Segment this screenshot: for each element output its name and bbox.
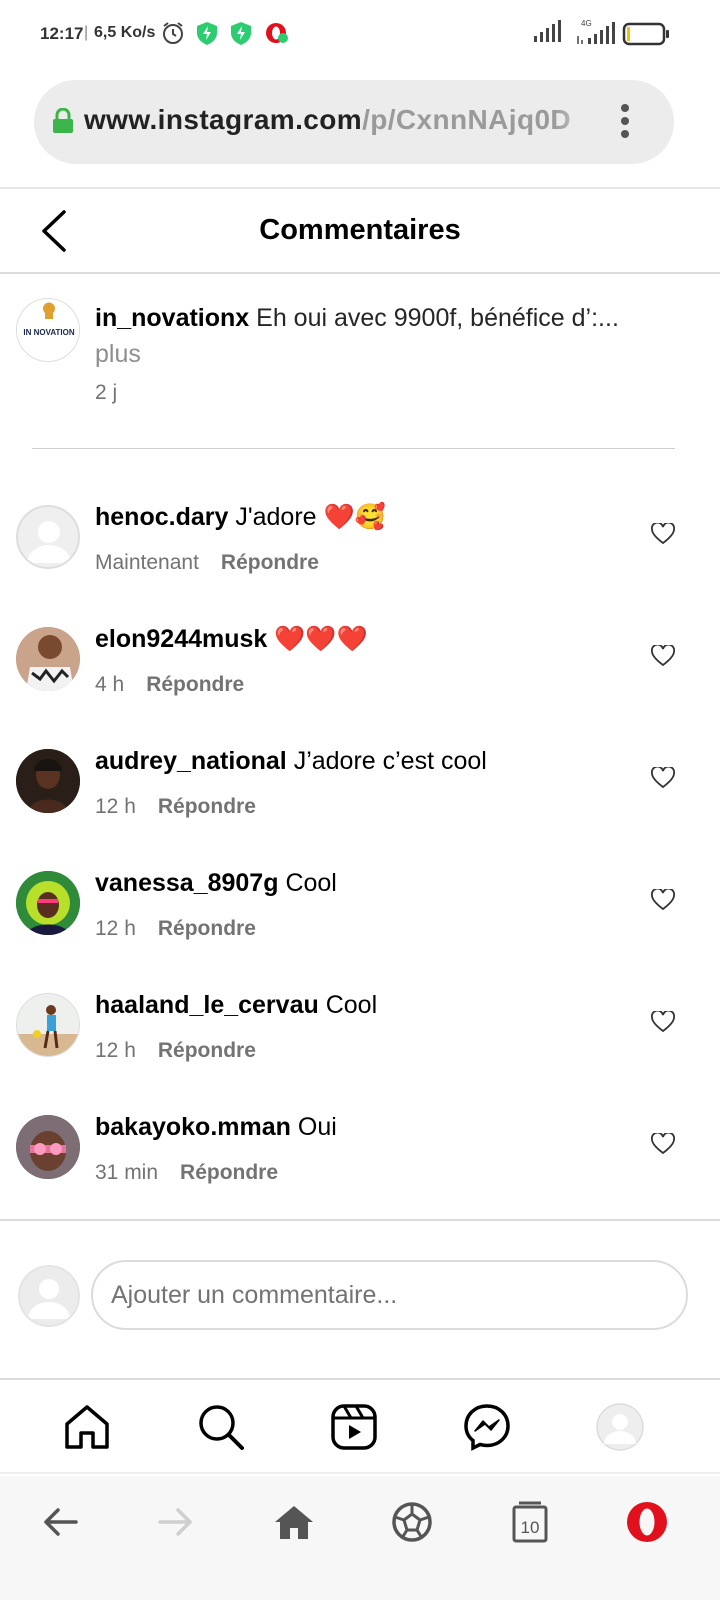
avatar[interactable]: IN NOVATION (16, 298, 80, 362)
avatar[interactable] (16, 871, 80, 935)
battery-icon (622, 22, 672, 51)
url-path: /p/CxnnNAjq0D (362, 104, 572, 135)
reply-button[interactable]: Répondre (221, 551, 319, 574)
browser-back-icon[interactable] (38, 1500, 82, 1544)
comment-item: vanessa_8907g Cool 12 h Répondre (0, 841, 720, 963)
comment-text: Cool (325, 991, 378, 1019)
heart-icon[interactable] (651, 765, 675, 789)
browser-home-icon[interactable] (272, 1500, 316, 1544)
comment-text: J’adore c’est cool (293, 747, 487, 775)
vpn-shield-icon (194, 20, 220, 46)
status-separator: | (84, 24, 89, 41)
messenger-icon[interactable] (462, 1402, 512, 1452)
search-icon[interactable] (196, 1402, 246, 1452)
avatar-logo-text: IN NOVATION (23, 328, 74, 337)
comment-timestamp: 12 h (95, 917, 136, 940)
reply-button[interactable]: Répondre (180, 1161, 278, 1184)
comment-item: elon9244musk ❤️❤️❤️ 4 h Répondre (0, 597, 720, 719)
address-bar[interactable]: www.instagram.com/p/CxnnNAjq0D (34, 80, 674, 164)
comment-text: Cool (285, 869, 337, 897)
reply-button[interactable]: Répondre (146, 673, 244, 696)
home-icon[interactable] (62, 1402, 112, 1452)
comment-item: henoc.dary J'adore ❤️🥰 Maintenant Répondr… (0, 475, 720, 597)
comment-text: Oui (297, 1113, 337, 1141)
comment-username[interactable]: bakayoko.mman (95, 1113, 291, 1141)
heart-icon[interactable] (651, 521, 675, 545)
instagram-tab-bar (0, 1378, 720, 1474)
comment-text: ❤️❤️❤️ (274, 625, 368, 653)
browser-forward-icon[interactable] (154, 1500, 198, 1544)
reply-button[interactable]: Répondre (158, 917, 256, 940)
caption-timestamp: 2 j (95, 381, 118, 404)
avatar[interactable] (16, 1115, 80, 1179)
opera-menu-icon[interactable] (625, 1500, 669, 1544)
comment-timestamp: 31 min (95, 1161, 159, 1184)
comment-item: bakayoko.mman Oui 31 min Répondre (0, 1085, 720, 1207)
heart-icon[interactable] (651, 887, 675, 911)
status-bar: 12:17 | 6,5 Ko/s 4G (0, 0, 720, 70)
more-link[interactable]: plus (95, 340, 141, 368)
comment-item: audrey_national J’adore c’est cool 12 h R… (0, 719, 720, 841)
avatar (18, 1265, 80, 1327)
comment-item: haaland_le_cervau Cool 12 h Répondre (0, 963, 720, 1085)
signal-icon (532, 20, 562, 49)
url-text[interactable]: www.instagram.com/p/CxnnNAjq0D (84, 104, 594, 140)
url-host: www.instagram.com (84, 104, 363, 135)
status-speed: 6,5 Ko/s (94, 24, 156, 41)
heart-icon[interactable] (651, 1009, 675, 1033)
reels-icon[interactable] (329, 1402, 379, 1452)
browser-tabs-icon[interactable]: 10 (508, 1500, 552, 1544)
comment-text: J'adore ❤️🥰 (235, 503, 386, 531)
alarm-icon (160, 20, 186, 46)
avatar[interactable] (16, 627, 80, 691)
reply-button[interactable]: Répondre (158, 1039, 256, 1062)
signal-4g-icon: 4G (576, 18, 616, 51)
caption-text: in_novationx Eh oui avec 9900f, bénéfice… (95, 300, 675, 372)
avatar[interactable] (16, 993, 80, 1057)
caption-body: Eh oui avec 9900f, bénéfice d’:... (256, 304, 619, 332)
heart-icon[interactable] (651, 643, 675, 667)
comment-username[interactable]: henoc.dary (95, 503, 228, 531)
post-caption: IN NOVATION in_novationx Eh oui avec 990… (0, 276, 720, 450)
page-title: Commentaires (259, 214, 461, 246)
comment-timestamp: Maintenant (95, 551, 199, 574)
avatar[interactable] (16, 505, 80, 569)
comment-timestamp: 4 h (95, 673, 125, 696)
page-header: Commentaires (0, 190, 720, 274)
profile-avatar-icon[interactable] (595, 1402, 645, 1452)
reply-button[interactable]: Répondre (158, 795, 256, 818)
overflow-menu-icon[interactable] (614, 104, 636, 140)
comment-username[interactable]: elon9244musk (95, 625, 267, 653)
comment-username[interactable]: audrey_national (95, 747, 287, 775)
comment-username[interactable]: haaland_le_cervau (95, 991, 319, 1019)
comment-timestamp: 12 h (95, 1039, 136, 1062)
avatar[interactable] (16, 749, 80, 813)
heart-icon[interactable] (651, 1131, 675, 1155)
status-time: 12:17 (40, 24, 84, 43)
vpn-shield-icon (228, 20, 254, 46)
network-type-label: 4G (581, 19, 592, 28)
comment-timestamp: 12 h (95, 795, 136, 818)
browser-soccer-icon[interactable] (390, 1500, 434, 1544)
comment-input[interactable] (91, 1260, 688, 1330)
comment-username[interactable]: vanessa_8907g (95, 869, 278, 897)
comments-list: henoc.dary J'adore ❤️🥰 Maintenant Répondr… (0, 475, 720, 1207)
caption-username[interactable]: in_novationx (95, 304, 249, 332)
lock-icon (52, 107, 74, 134)
browser-toolbar: 10 (0, 1476, 720, 1600)
tab-count: 10 (521, 1518, 540, 1537)
opera-update-icon (264, 20, 290, 46)
